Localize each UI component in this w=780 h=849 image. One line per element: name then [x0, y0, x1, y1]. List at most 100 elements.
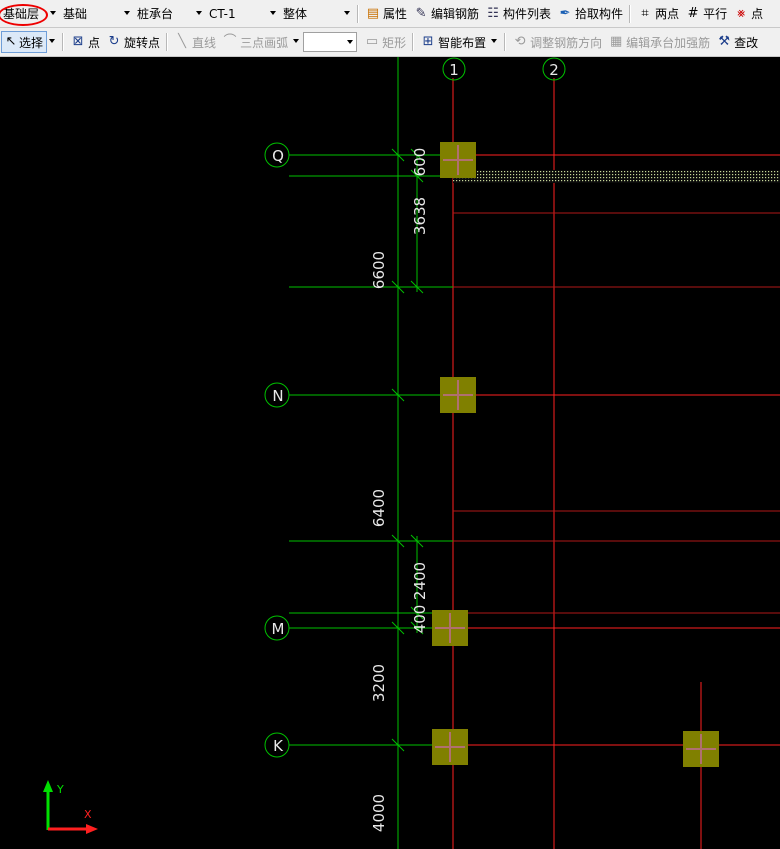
ucs-y-label: Y — [56, 783, 64, 796]
line-label: 直线 — [192, 35, 217, 50]
chevron-down-icon — [347, 40, 354, 44]
scope-select[interactable]: 整体 — [280, 2, 352, 25]
eyedropper-icon: ✒ — [559, 5, 571, 21]
hatched-beam — [453, 170, 780, 183]
point-button[interactable]: ⊠ 点 — [67, 31, 103, 53]
ucs-icon: Y X — [43, 780, 98, 834]
pile-cap[interactable] — [683, 731, 719, 767]
scope-select-value: 整体 — [283, 7, 308, 21]
parallel-icon: # — [687, 5, 699, 21]
axis-bubble-q[interactable]: Q — [264, 142, 290, 168]
smart-layout-label: 智能布置 — [438, 35, 487, 50]
component-name-select-value: CT-1 — [209, 6, 236, 21]
axis-label-m: M — [272, 620, 285, 638]
chevron-down-icon — [196, 10, 202, 15]
select-dropdown[interactable] — [47, 31, 58, 53]
rotate-point-label: 旋转点 — [124, 35, 161, 50]
rectangle-label: 矩形 — [382, 35, 407, 50]
axis-bubble-k[interactable]: K — [264, 732, 290, 758]
separator — [504, 33, 507, 51]
axis-bubble-m[interactable]: M — [264, 615, 290, 641]
arc-icon: ⌒ — [223, 34, 237, 49]
axis-bubble-1[interactable]: 1 — [442, 57, 466, 81]
chevron-down-icon — [49, 39, 56, 43]
dim-inner-600: 600 — [411, 148, 429, 177]
dim-inner-400: 400 — [411, 605, 429, 634]
separator — [412, 33, 415, 51]
edit-cap-rebar-button[interactable]: ▦ 编辑承台加强筋 — [605, 31, 713, 53]
arc-dropdown[interactable] — [291, 31, 302, 53]
chevron-down-icon — [344, 10, 350, 15]
two-points-button[interactable]: ⌗ 两点 — [634, 3, 682, 25]
axis-bubble-2[interactable]: 2 — [542, 57, 566, 81]
parallel-button[interactable]: # 平行 — [682, 3, 730, 25]
axis-label-2: 2 — [549, 61, 559, 79]
cap-rebar-icon: ▦ — [609, 34, 623, 49]
rectangle-button[interactable]: ▭ 矩形 — [361, 31, 409, 53]
floor-select[interactable]: 基础层 — [0, 2, 58, 26]
three-point-arc-button[interactable]: ⌒ 三点画弧 — [219, 31, 291, 53]
two-points-label: 两点 — [655, 7, 680, 21]
select-button[interactable]: ↖ 选择 — [1, 31, 48, 53]
grid-icon: ⊞ — [422, 34, 434, 49]
axis-label-k: K — [273, 737, 284, 755]
dimension-labels: 600 3638 6600 6400 2400 400 3200 4000 — [370, 148, 429, 832]
parallel-label: 平行 — [703, 7, 728, 21]
component-name-select[interactable]: CT-1 — [206, 2, 278, 25]
axis-bubble-n[interactable]: N — [264, 382, 290, 408]
component-type-select-value: 桩承台 — [137, 7, 174, 21]
drawing-canvas[interactable]: 600 3638 6600 6400 2400 400 3200 4000 1 … — [0, 57, 780, 849]
check-modify-button[interactable]: ⚒ 查改 — [713, 31, 761, 53]
separator — [166, 33, 169, 51]
edit-rebar-label: 编辑钢筋 — [431, 7, 480, 21]
point-icon: ⊠ — [72, 34, 84, 49]
edit-rebar-button[interactable]: ✎ 编辑钢筋 — [410, 3, 482, 25]
adjust-rebar-direction-button[interactable]: ⟲ 调整钢筋方向 — [509, 31, 605, 53]
main-toolbar: 基础层 基础 桩承台 CT-1 整体 ▤ 属性 ✎ 编辑钢筋 ☷ 构件列表 ✒ … — [0, 0, 780, 28]
properties-icon: ▤ — [366, 5, 380, 21]
adjust-direction-icon: ⟲ — [514, 34, 526, 49]
chevron-down-icon — [50, 10, 56, 15]
smart-layout-dropdown[interactable] — [489, 31, 500, 53]
component-type-select[interactable]: 桩承台 — [134, 2, 204, 25]
select-label: 选择 — [19, 35, 44, 50]
pencil-icon: ✎ — [415, 5, 427, 21]
three-point-arc-label: 三点画弧 — [240, 35, 289, 50]
pile-cap[interactable] — [440, 142, 476, 178]
chevron-down-icon — [491, 39, 498, 43]
dim-outer-3200: 3200 — [370, 664, 388, 702]
separator — [629, 4, 632, 23]
list-icon: ☷ — [487, 5, 499, 21]
pile-cap[interactable] — [432, 610, 468, 646]
pick-component-label: 拾取构件 — [575, 7, 624, 21]
pile-cap[interactable] — [440, 377, 476, 413]
point-angle-button[interactable]: ⨳ 点 — [730, 3, 766, 25]
two-points-icon: ⌗ — [641, 5, 649, 21]
ucs-x-label: X — [84, 808, 92, 821]
chevron-down-icon — [270, 10, 276, 15]
edit-cap-rebar-label: 编辑承台加强筋 — [626, 35, 711, 50]
arc-option-select[interactable] — [303, 32, 358, 52]
dim-outer-6400: 6400 — [370, 489, 388, 527]
rotate-icon: ↻ — [108, 34, 120, 49]
pile-cap[interactable] — [432, 729, 468, 765]
adjust-rebar-direction-label: 调整钢筋方向 — [530, 35, 603, 50]
smart-layout-button[interactable]: ⊞ 智能布置 — [417, 31, 489, 53]
category-select[interactable]: 基础 — [60, 2, 132, 25]
dim-outer-4000: 4000 — [370, 794, 388, 832]
rotate-point-button[interactable]: ↻ 旋转点 — [103, 31, 163, 53]
chevron-down-icon — [293, 39, 300, 43]
point-angle-label: 点 — [751, 7, 764, 21]
separator — [62, 33, 65, 51]
pick-component-button[interactable]: ✒ 拾取构件 — [554, 3, 626, 25]
line-button[interactable]: ╲ 直线 — [171, 31, 219, 53]
dimension-ticks — [391, 148, 424, 752]
dim-outer-6600: 6600 — [370, 251, 388, 289]
chevron-down-icon — [124, 10, 130, 15]
properties-button[interactable]: ▤ 属性 — [362, 3, 410, 25]
axis-label-q: Q — [272, 147, 284, 165]
point-angle-icon: ⨳ — [737, 5, 746, 21]
check-modify-icon: ⚒ — [718, 34, 730, 49]
check-modify-label: 查改 — [734, 35, 759, 50]
component-list-button[interactable]: ☷ 构件列表 — [482, 3, 554, 25]
